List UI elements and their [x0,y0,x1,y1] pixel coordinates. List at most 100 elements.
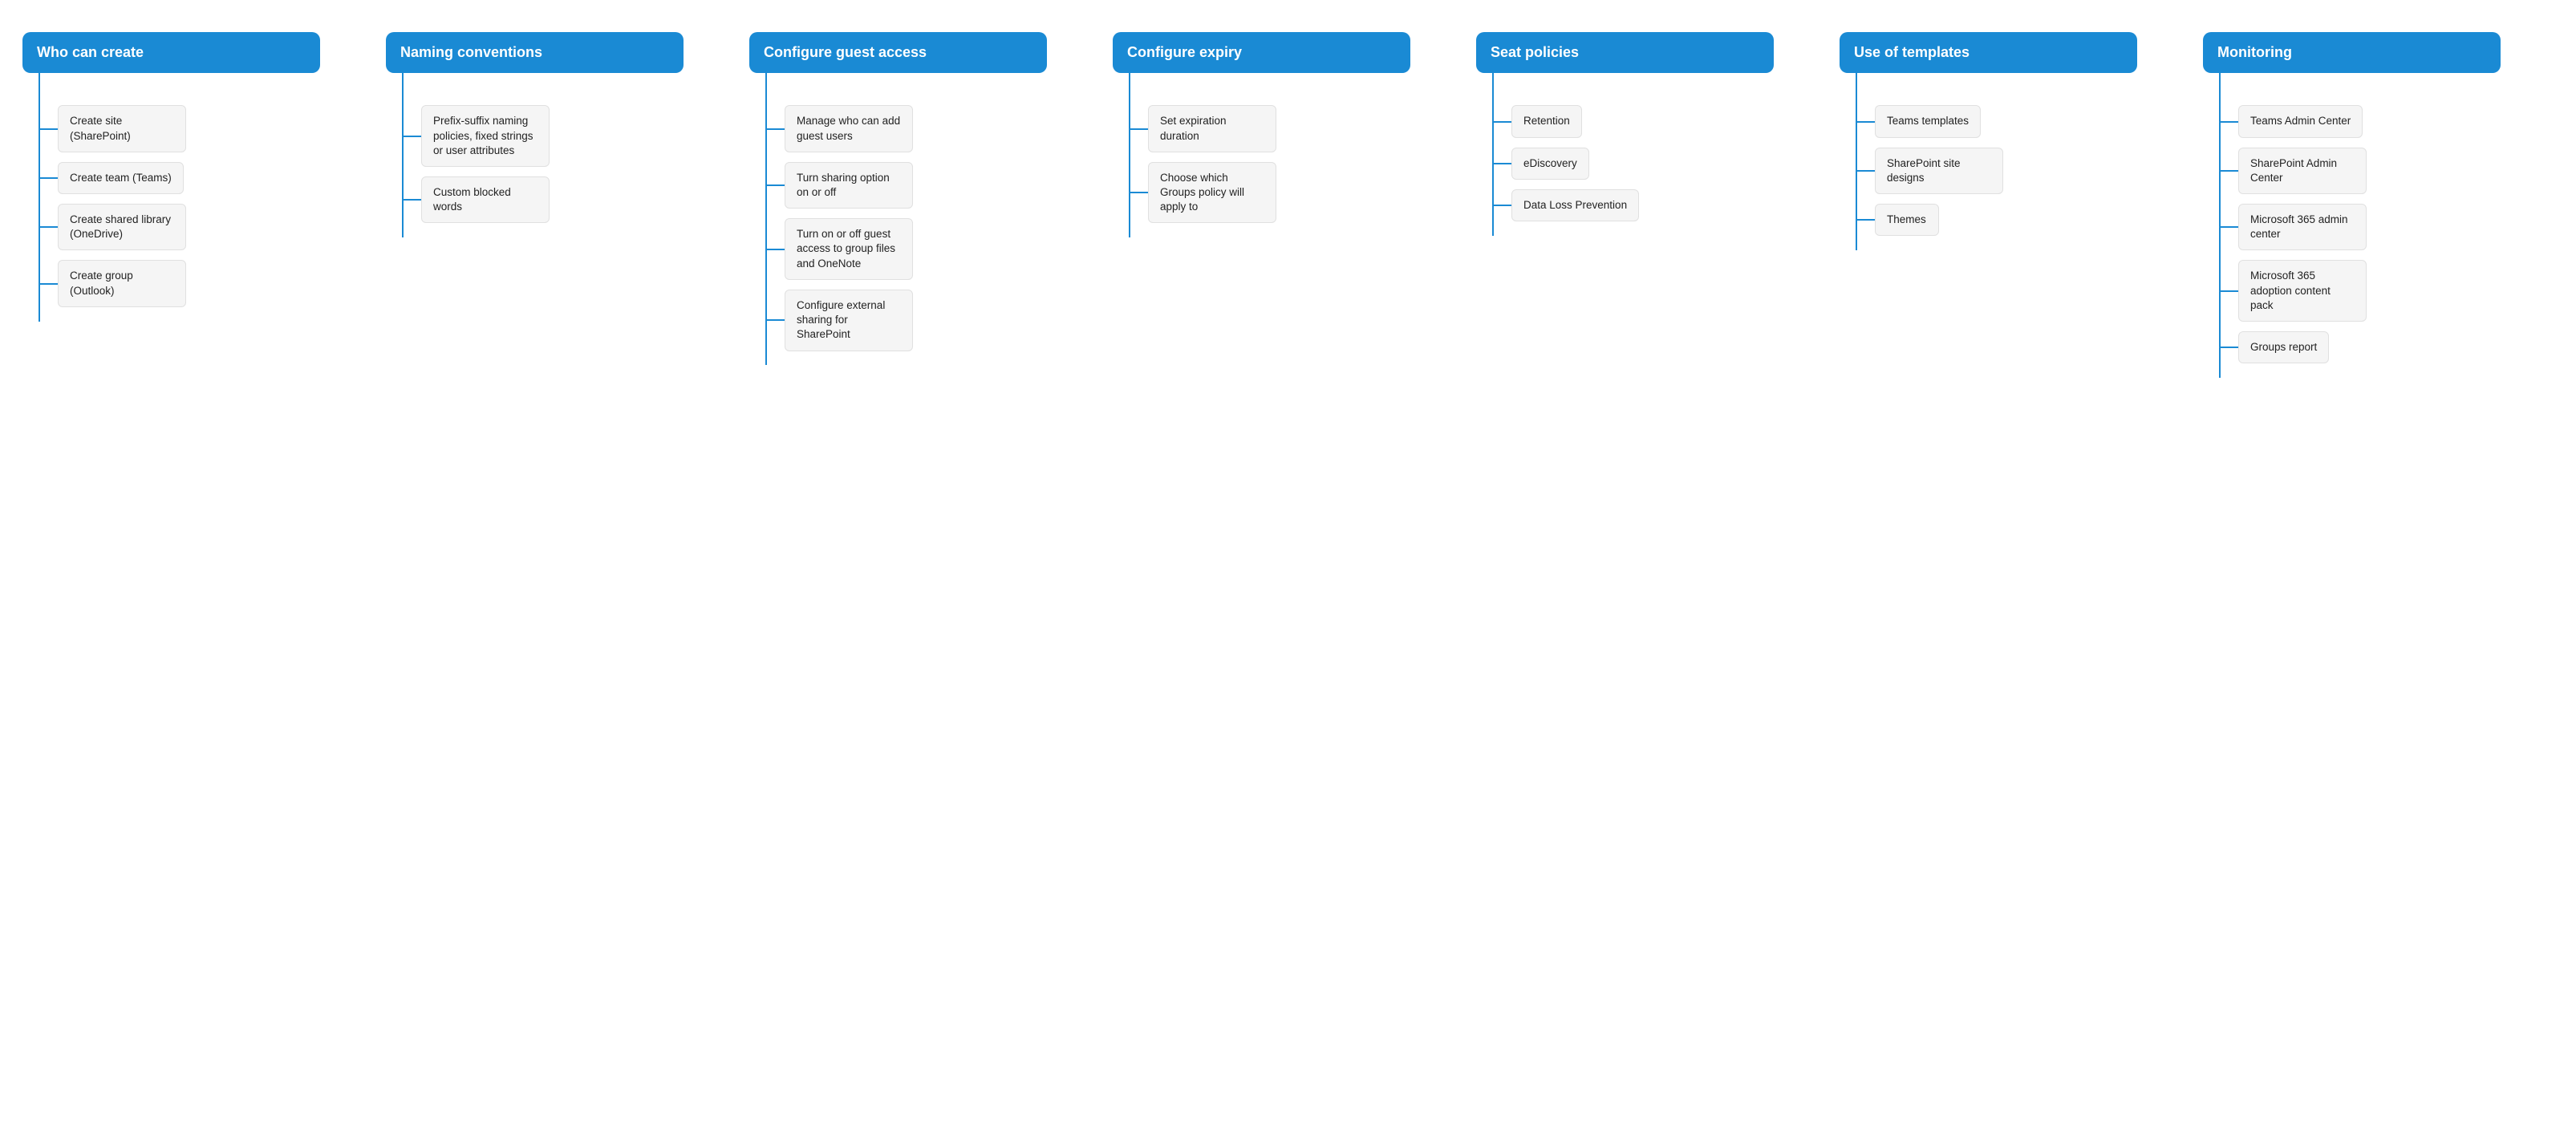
horizontal-connector [1857,121,1875,123]
vertical-line-who-can-create [39,91,40,322]
horizontal-connector [1494,205,1511,206]
vertical-line-seat-policies [1492,91,1494,236]
item-box-seat-policies-0: Retention [1511,105,1582,137]
header-monitoring: Monitoring [2203,32,2501,73]
item-box-monitoring-4: Groups report [2238,331,2329,363]
list-item: Create shared library (OneDrive) [40,204,373,250]
connector-items-monitoring: Teams Admin Center SharePoint Admin Cente… [2203,91,2554,378]
horizontal-connector [767,319,785,321]
list-item: Turn on or off guest access to group fil… [767,218,1100,280]
item-box-configure-guest-access-1: Turn sharing option on or off [785,162,913,209]
list-item: Teams Admin Center [2221,105,2554,137]
horizontal-connector [2221,226,2238,228]
horizontal-connector [767,128,785,130]
horizontal-connector [40,226,58,228]
list-item: Set expiration duration [1130,105,1463,152]
item-box-seat-policies-2: Data Loss Prevention [1511,189,1639,221]
main-diagram: Who can createCreate site (SharePoint)Cr… [16,24,2560,386]
header-configure-expiry: Configure expiry [1113,32,1410,73]
list-item: Create group (Outlook) [40,260,373,306]
item-box-configure-expiry-1: Choose which Groups policy will apply to [1148,162,1276,224]
item-box-monitoring-2: Microsoft 365 admin center [2238,204,2367,250]
item-box-configure-expiry-0: Set expiration duration [1148,105,1276,152]
connector-items-configure-guest-access: Manage who can add guest users Turn shari… [749,91,1100,365]
header-configure-guest-access: Configure guest access [749,32,1047,73]
list-item: Custom blocked words [404,176,736,223]
item-box-configure-guest-access-0: Manage who can add guest users [785,105,913,152]
list-item: Prefix-suffix naming policies, fixed str… [404,105,736,167]
header-naming-conventions: Naming conventions [386,32,684,73]
column-naming-conventions: Naming conventions Prefix-suffix naming p… [379,24,743,245]
header-connector-naming-conventions [402,73,404,91]
header-use-of-templates: Use of templates [1840,32,2137,73]
list-item: Microsoft 365 admin center [2221,204,2554,250]
item-box-monitoring-3: Microsoft 365 adoption content pack [2238,260,2367,322]
item-box-use-of-templates-2: Themes [1875,204,1939,236]
list-item: SharePoint Admin Center [2221,148,2554,194]
item-box-naming-conventions-0: Prefix-suffix naming policies, fixed str… [421,105,550,167]
connector-items-use-of-templates: Teams templates SharePoint site designs Th… [1840,91,2190,250]
horizontal-connector [1130,192,1148,193]
items-list-seat-policies: Retention eDiscovery Data Loss Prevention [1494,91,1827,236]
column-configure-guest-access: Configure guest access Manage who can add… [743,24,1106,374]
header-connector-use-of-templates [1856,73,1857,91]
item-box-use-of-templates-0: Teams templates [1875,105,1981,137]
horizontal-connector [1130,128,1148,130]
list-item: Groups report [2221,331,2554,363]
horizontal-connector [40,177,58,179]
horizontal-connector [2221,121,2238,123]
column-seat-policies: Seat policies Retention eDiscovery Data Los… [1470,24,1833,244]
header-connector-seat-policies [1492,73,1494,91]
list-item: Create team (Teams) [40,162,373,194]
horizontal-connector [767,249,785,250]
horizontal-connector [1857,170,1875,172]
item-box-monitoring-1: SharePoint Admin Center [2238,148,2367,194]
header-connector-configure-guest-access [765,73,767,91]
items-list-naming-conventions: Prefix-suffix naming policies, fixed str… [404,91,736,237]
horizontal-connector [40,128,58,130]
items-list-configure-guest-access: Manage who can add guest users Turn shari… [767,91,1100,365]
item-box-who-can-create-3: Create group (Outlook) [58,260,186,306]
horizontal-connector [404,136,421,137]
horizontal-connector [2221,290,2238,292]
connector-items-seat-policies: Retention eDiscovery Data Loss Prevention [1476,91,1827,236]
list-item: Microsoft 365 adoption content pack [2221,260,2554,322]
connector-items-who-can-create: Create site (SharePoint) Create team (Tea… [22,91,373,322]
items-list-configure-expiry: Set expiration duration Choose which Grou… [1130,91,1463,237]
items-list-who-can-create: Create site (SharePoint) Create team (Tea… [40,91,373,322]
item-box-who-can-create-2: Create shared library (OneDrive) [58,204,186,250]
vertical-line-configure-expiry [1129,91,1130,237]
item-box-who-can-create-0: Create site (SharePoint) [58,105,186,152]
list-item: Manage who can add guest users [767,105,1100,152]
list-item: eDiscovery [1494,148,1827,180]
horizontal-connector [2221,347,2238,348]
list-item: Data Loss Prevention [1494,189,1827,221]
connector-items-configure-expiry: Set expiration duration Choose which Grou… [1113,91,1463,237]
connector-items-naming-conventions: Prefix-suffix naming policies, fixed str… [386,91,736,237]
column-configure-expiry: Configure expiry Set expiration duration C… [1106,24,1470,245]
horizontal-connector [1494,163,1511,164]
item-box-seat-policies-1: eDiscovery [1511,148,1589,180]
item-box-monitoring-0: Teams Admin Center [2238,105,2363,137]
vertical-line-monitoring [2219,91,2221,378]
list-item: SharePoint site designs [1857,148,2190,194]
header-who-can-create: Who can create [22,32,320,73]
horizontal-connector [1494,121,1511,123]
items-list-use-of-templates: Teams templates SharePoint site designs Th… [1857,91,2190,250]
header-seat-policies: Seat policies [1476,32,1774,73]
item-box-who-can-create-1: Create team (Teams) [58,162,184,194]
list-item: Teams templates [1857,105,2190,137]
list-item: Create site (SharePoint) [40,105,373,152]
vertical-line-configure-guest-access [765,91,767,365]
list-item: Choose which Groups policy will apply to [1130,162,1463,224]
item-box-configure-guest-access-3: Configure external sharing for SharePoin… [785,290,913,351]
vertical-line-use-of-templates [1856,91,1857,250]
header-connector-monitoring [2219,73,2221,91]
item-box-use-of-templates-1: SharePoint site designs [1875,148,2003,194]
list-item: Retention [1494,105,1827,137]
list-item: Configure external sharing for SharePoin… [767,290,1100,351]
column-who-can-create: Who can createCreate site (SharePoint)Cr… [16,24,379,330]
item-box-naming-conventions-1: Custom blocked words [421,176,550,223]
header-connector-who-can-create [39,73,40,91]
item-box-configure-guest-access-2: Turn on or off guest access to group fil… [785,218,913,280]
